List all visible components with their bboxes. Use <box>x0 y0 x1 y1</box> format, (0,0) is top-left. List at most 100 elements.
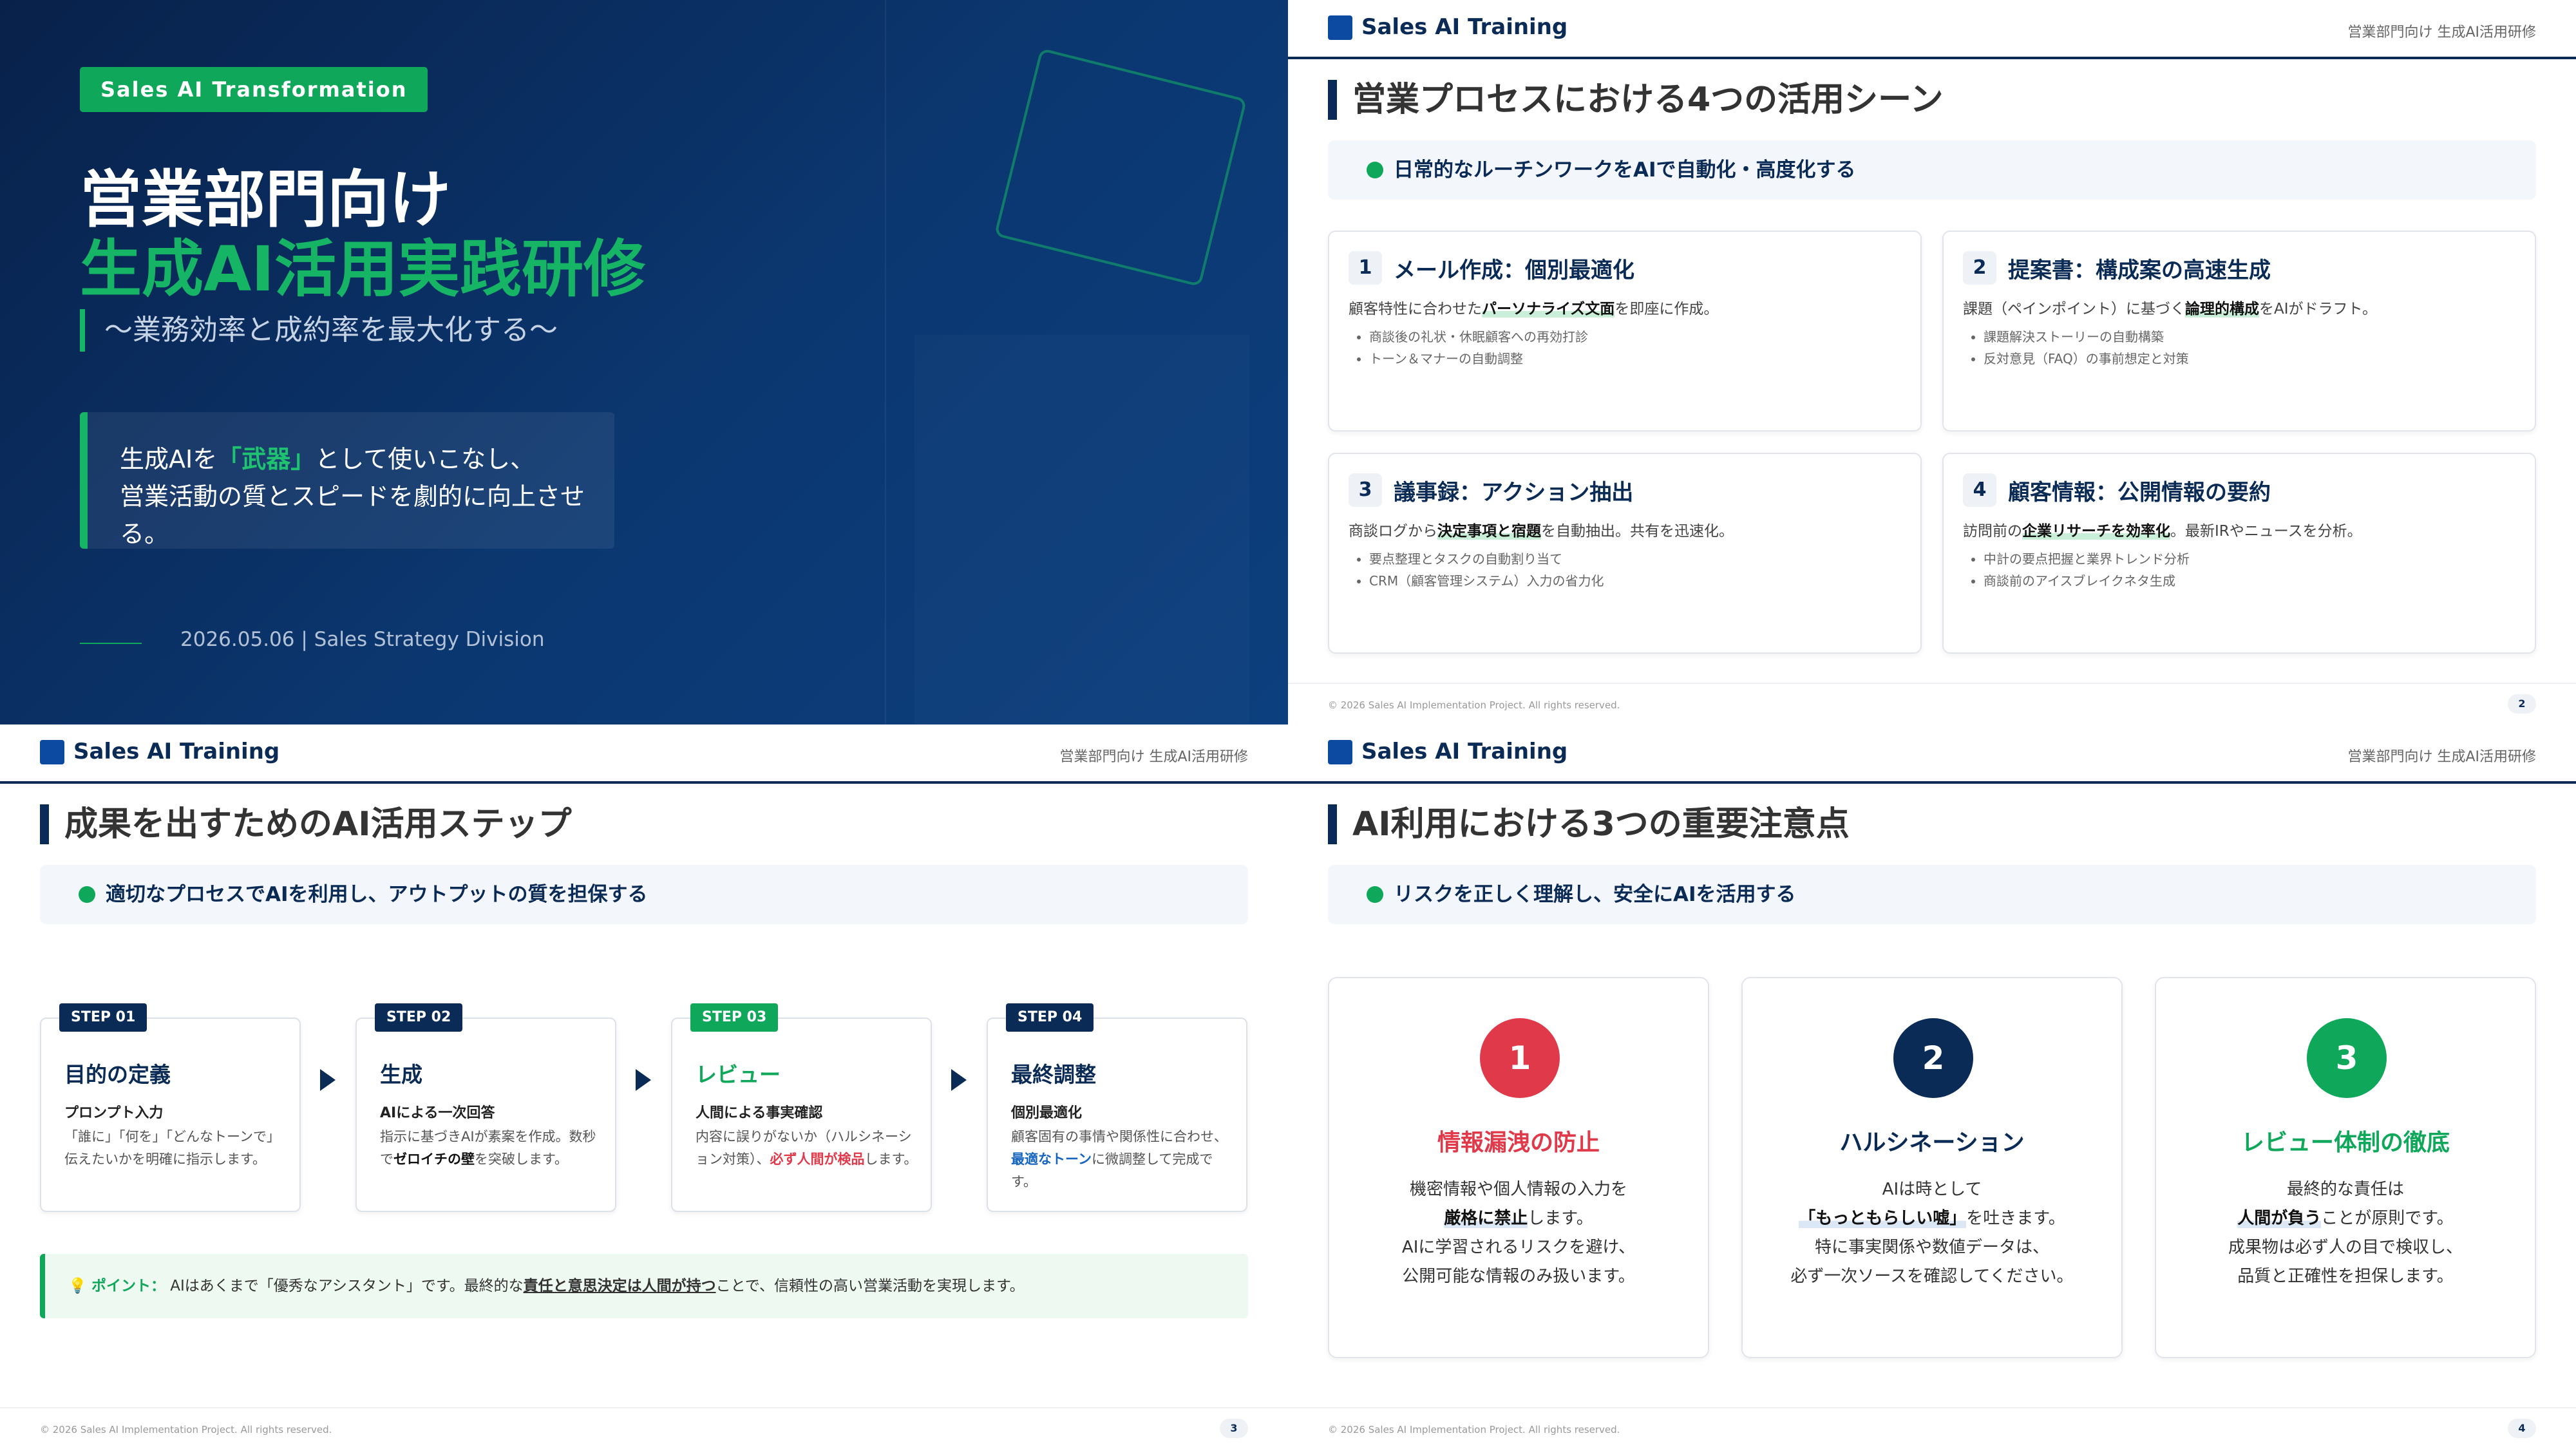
caution-body: AIは時として 「もっともらしい嘘」を吐きます。 特に事実関係や数値データは、 … <box>1790 1180 2074 1286</box>
step-badge: STEP 01 <box>59 1003 147 1032</box>
use-case-card: 1 メール作成：個別最適化 顧客特性に合わせたパーソナライズ文面を即座に作成。 … <box>1328 231 1922 431</box>
card-description: 顧客特性に合わせたパーソナライズ文面を即座に作成。 <box>1349 301 1719 317</box>
date-accent-line <box>80 643 142 644</box>
card-bullets: 要点整理とタスクの自動割り当て CRM（顧客管理システム）入力の省力化 <box>1349 548 1604 592</box>
card-number: 2 <box>1963 251 1996 285</box>
use-case-card: 3 議事録：アクション抽出 商談ログから決定事項と宿題を自動抽出。共有を迅速化。… <box>1328 453 1922 654</box>
card-number: 3 <box>1349 473 1382 507</box>
step-badge: STEP 03 <box>690 1003 779 1032</box>
slide-title: 成果を出すためのAI活用ステップ <box>40 804 572 844</box>
list-item: CRM（顧客管理システム）入力の省力化 <box>1369 570 1604 592</box>
brand-name: Sales AI Training <box>1361 14 1568 40</box>
subtitle: 〜業務効率と成約率を最大化する〜 <box>80 309 558 352</box>
logo-icon <box>1328 15 1352 40</box>
slide-header: Sales AI Training 営業部門向け 生成AI活用研修 <box>0 724 1288 784</box>
card-title: 提案書：構成案の高速生成 <box>2008 258 2271 283</box>
step-description: 「誰に」「何を」「どんなトーンで」伝えたいかを明確に指示します。 <box>64 1129 280 1167</box>
lightbulb-icon: 💡 <box>68 1278 87 1294</box>
caution-title: レビュー体制の徹底 <box>2240 1130 2450 1156</box>
slide-title: Sales AI Transformation 営業部門向け 生成AI活用実践研… <box>0 0 1288 724</box>
slide-title: AI利用における3つの重要注意点 <box>1328 804 1850 844</box>
caution-card: 1 情報漏洩の防止 機密情報や個人情報の入力を 厳格に禁止します。 AIに学習さ… <box>1328 977 1709 1358</box>
lead-text: 日常的なルーチンワークをAIで自動化・高度化する <box>1394 158 1856 182</box>
card-description: 商談ログから決定事項と宿題を自動抽出。共有を迅速化。 <box>1349 523 1734 540</box>
step-card: STEP 02 生成 AIによる一次回答 指示に基づきAIが素案を作成。数秒でゼ… <box>355 1003 616 1212</box>
page-number: 4 <box>2508 1419 2536 1438</box>
background-block <box>914 335 1249 724</box>
step-description: 内容に誤りがないか（ハルシネーション対策）、必ず人間が検品します。 <box>696 1129 918 1167</box>
caution-title: 情報漏洩の防止 <box>1437 1130 1600 1156</box>
page-number: 2 <box>2508 694 2536 714</box>
card-title: 顧客情報：公開情報の要約 <box>2008 480 2271 506</box>
list-item: 中計の要点把握と業界トレンド分析 <box>1984 548 2190 570</box>
header-course-title: 営業部門向け 生成AI活用研修 <box>2347 749 2536 765</box>
slide-header: Sales AI Training 営業部門向け 生成AI活用研修 <box>1288 724 2576 784</box>
card-bullets: 中計の要点把握と業界トレンド分析 商談前のアイスブレイクネタ生成 <box>1963 548 2190 592</box>
step-subtitle: 人間による事実確認 <box>696 1105 823 1121</box>
caution-body: 機密情報や個人情報の入力を 厳格に禁止します。 AIに学習されるリスクを避け、 … <box>1401 1180 1636 1286</box>
arrow-right-icon <box>320 1069 336 1091</box>
key-message-line-1: 生成AIを「武器」として使いこなし、 <box>120 440 614 478</box>
caution-card: 2 ハルシネーション AIは時として 「もっともらしい嘘」を吐きます。 特に事実… <box>1741 977 2123 1358</box>
use-case-card: 4 顧客情報：公開情報の要約 訪問前の企業リサーチを効率化。最新IRやニュースを… <box>1942 453 2536 654</box>
slide-steps: Sales AI Training 営業部門向け 生成AI活用研修 成果を出すた… <box>0 724 1288 1449</box>
footer-divider <box>1288 683 2576 684</box>
step-badge: STEP 02 <box>375 1003 463 1032</box>
step-title: 最終調整 <box>1011 1062 1096 1087</box>
number-circle: 3 <box>2307 1018 2387 1098</box>
card-description: 課題（ペインポイント）に基づく論理的構成をAIがドラフト。 <box>1963 301 2378 317</box>
point-text: AIはあくまで「優秀なアシスタント」です。最終的な <box>170 1278 524 1294</box>
use-case-card: 2 提案書：構成案の高速生成 課題（ペインポイント）に基づく論理的構成をAIがド… <box>1942 231 2536 431</box>
lead-box: リスクを正しく理解し、安全にAIを活用する <box>1328 865 2536 924</box>
header-course-title: 営業部門向け 生成AI活用研修 <box>2347 24 2536 41</box>
list-item: トーン＆マナーの自動調整 <box>1369 348 1588 370</box>
lead-box: 日常的なルーチンワークをAIで自動化・高度化する <box>1328 140 2536 200</box>
logo-icon <box>1328 740 1352 764</box>
step-card: STEP 01 目的の定義 プロンプト入力 「誰に」「何を」「どんなトーンで」伝… <box>40 1003 301 1212</box>
list-item: 反対意見（FAQ）の事前想定と対策 <box>1984 348 2189 370</box>
lead-box: 適切なプロセスでAIを利用し、アウトプットの質を担保する <box>40 865 1248 924</box>
slide-header: Sales AI Training 営業部門向け 生成AI活用研修 <box>1288 0 2576 59</box>
step-title: レビュー <box>696 1062 781 1087</box>
card-bullets: 課題解決ストーリーの自動構築 反対意見（FAQ）の事前想定と対策 <box>1963 326 2189 370</box>
page-number: 3 <box>1220 1419 1248 1438</box>
lead-text: リスクを正しく理解し、安全にAIを活用する <box>1394 883 1796 906</box>
step-description: 顧客固有の事情や関係性に合わせ、最適なトーンに微調整して完成です。 <box>1011 1129 1227 1189</box>
slide-title: 営業プロセスにおける4つの活用シーン <box>1328 80 1944 120</box>
list-item: 課題解決ストーリーの自動構築 <box>1984 326 2189 348</box>
divider-line <box>885 0 886 724</box>
point-underline: 責任と意思決定は人間が持つ <box>523 1278 716 1294</box>
slide-cautions: Sales AI Training 営業部門向け 生成AI活用研修 AI利用にお… <box>1288 724 2576 1449</box>
decorative-frame <box>994 48 1247 287</box>
footer-copyright: © 2026 Sales AI Implementation Project. … <box>1328 699 1620 711</box>
step-card: STEP 04 最終調整 個別最適化 顧客固有の事情や関係性に合わせ、最適なトー… <box>987 1003 1247 1212</box>
logo-icon <box>40 740 64 764</box>
message-text: 生成AIを <box>120 445 218 473</box>
step-subtitle: 個別最適化 <box>1011 1105 1083 1121</box>
brand-name: Sales AI Training <box>73 739 280 764</box>
brand-name: Sales AI Training <box>1361 739 1568 764</box>
card-title: 議事録：アクション抽出 <box>1394 480 1634 506</box>
card-number: 1 <box>1349 251 1382 285</box>
footer-copyright: © 2026 Sales AI Implementation Project. … <box>40 1424 332 1435</box>
card-title: メール作成：個別最適化 <box>1394 258 1634 283</box>
key-message: 生成AIを「武器」として使いこなし、 営業活動の質とスピードを劇的に向上させる。 <box>80 412 614 549</box>
caution-card: 3 レビュー体制の徹底 最終的な責任は 人間が負うことが原則です。 成果物は必ず… <box>2155 977 2536 1358</box>
date-division: 2026.05.06 | Sales Strategy Division <box>180 628 545 651</box>
footer-copyright: © 2026 Sales AI Implementation Project. … <box>1328 1424 1620 1435</box>
slide-use-cases: Sales AI Training 営業部門向け 生成AI活用研修 営業プロセス… <box>1288 0 2576 724</box>
arrow-right-icon <box>636 1069 651 1091</box>
footer-divider <box>1288 1407 2576 1408</box>
lead-text: 適切なプロセスでAIを利用し、アウトプットの質を担保する <box>106 883 648 906</box>
footer-divider <box>0 1407 1288 1408</box>
arrow-right-icon <box>951 1069 967 1091</box>
header-course-title: 営業部門向け 生成AI活用研修 <box>1059 749 1248 765</box>
point-callout: 💡 ポイント： AIはあくまで「優秀なアシスタント」です。最終的な責任と意思決定… <box>40 1254 1248 1318</box>
title-line-2: 生成AI活用実践研修 <box>80 233 646 305</box>
caution-title: ハルシネーション <box>1839 1130 2025 1156</box>
number-circle: 1 <box>1480 1018 1560 1098</box>
step-card: STEP 03 レビュー 人間による事実確認 内容に誤りがないか（ハルシネーショ… <box>671 1003 932 1212</box>
step-subtitle: AIによる一次回答 <box>380 1105 495 1121</box>
list-item: 商談前のアイスブレイクネタ生成 <box>1984 570 2190 592</box>
point-label: ポイント： <box>91 1278 166 1294</box>
